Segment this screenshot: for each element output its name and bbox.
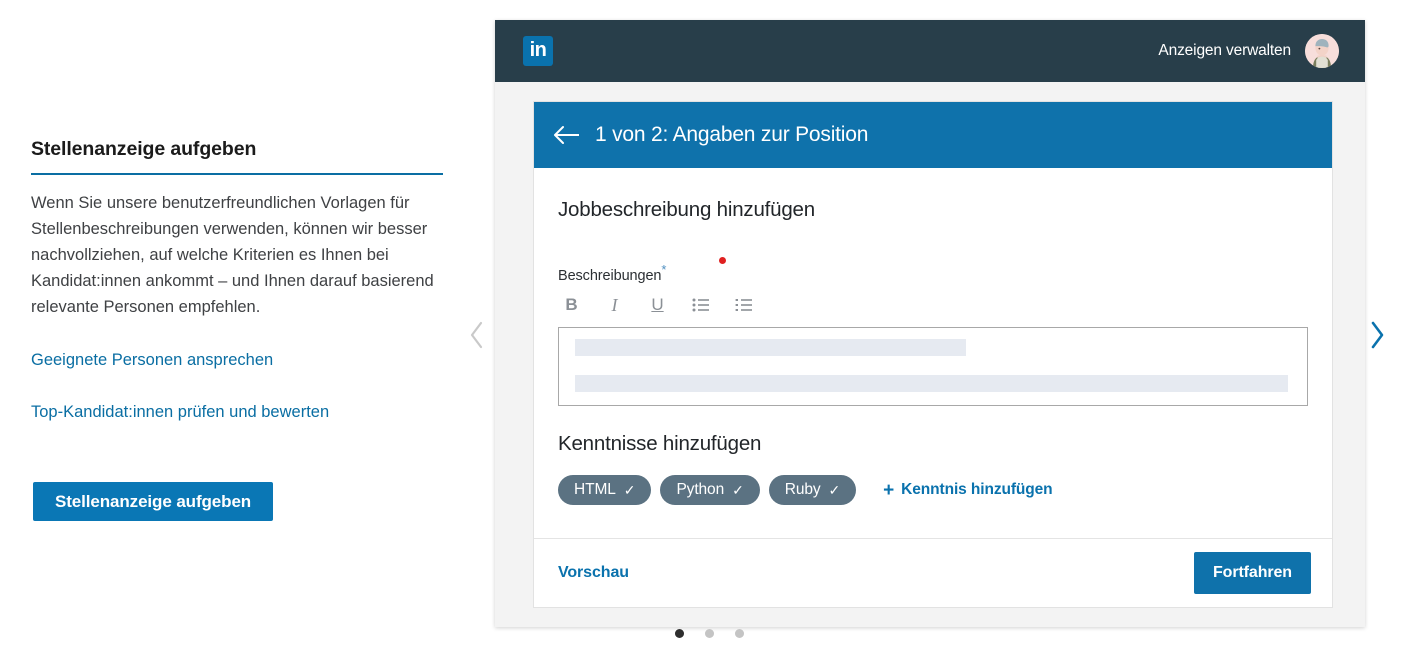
carousel-dot-3[interactable] <box>735 629 744 638</box>
skill-label: HTML <box>574 481 616 499</box>
linkedin-screenshot-window: in Anzeigen verwalten <box>495 20 1365 627</box>
add-skill-label: Kenntnis hinzufügen <box>901 481 1052 499</box>
preview-link[interactable]: Vorschau <box>558 564 629 582</box>
carousel-dot-2[interactable] <box>705 629 714 638</box>
description-label-text: Beschreibungen <box>558 268 661 284</box>
skill-pill-ruby[interactable]: Ruby ✓ <box>769 475 856 505</box>
avatar[interactable] <box>1305 34 1339 68</box>
check-icon: ✓ <box>624 483 636 497</box>
left-info-panel: Stellenanzeige aufgeben Wenn Sie unsere … <box>31 138 451 425</box>
post-job-button[interactable]: Stellenanzeige aufgeben <box>33 482 273 521</box>
card-body: Jobbeschreibung hinzufügen Beschreibunge… <box>534 168 1332 513</box>
plus-icon: + <box>883 481 894 500</box>
add-skill-link[interactable]: + Kenntnis hinzufügen <box>883 481 1052 500</box>
numbered-list-icon[interactable] <box>733 294 754 315</box>
step-header-bar: 1 von 2: Angaben zur Position <box>534 102 1332 168</box>
editor-placeholder-bar <box>575 375 1288 392</box>
skill-label: Python <box>676 481 724 499</box>
skill-pill-python[interactable]: Python ✓ <box>660 475 759 505</box>
carousel-pagination <box>0 629 1418 638</box>
link-find-people[interactable]: Geeignete Personen ansprechen <box>31 347 451 373</box>
step-title: 1 von 2: Angaben zur Position <box>595 123 868 147</box>
description-editor[interactable] <box>558 327 1308 406</box>
bulleted-list-icon[interactable] <box>690 294 711 315</box>
description-field-label: Beschreibungen* <box>558 268 1308 284</box>
page-title: Stellenanzeige aufgeben <box>31 138 451 173</box>
check-icon: ✓ <box>829 483 841 497</box>
linkedin-top-navbar: in Anzeigen verwalten <box>495 20 1365 82</box>
editor-placeholder-bar <box>575 339 966 356</box>
topbar-right-group: Anzeigen verwalten <box>1158 34 1339 68</box>
intro-paragraph: Wenn Sie unsere benutzerfreundlichen Vor… <box>31 190 446 320</box>
rich-text-toolbar: B I U <box>558 294 1308 315</box>
card-footer: Vorschau Fortfahren <box>534 538 1332 607</box>
section-title-job-description: Jobbeschreibung hinzufügen <box>558 198 1308 222</box>
skill-label: Ruby <box>785 481 821 499</box>
carousel-dot-1[interactable] <box>675 629 684 638</box>
linkedin-logo-icon[interactable]: in <box>523 36 553 66</box>
manage-ads-link[interactable]: Anzeigen verwalten <box>1158 42 1291 60</box>
chevron-left-icon[interactable] <box>464 312 490 358</box>
underline-icon[interactable]: U <box>647 294 668 315</box>
heading-underline-rule <box>31 173 443 175</box>
check-icon: ✓ <box>732 483 744 497</box>
skill-pill-html[interactable]: HTML ✓ <box>558 475 651 505</box>
skills-row: HTML ✓ Python ✓ Ruby ✓ + Kenntnis hinzuf… <box>558 475 1308 505</box>
section-title-skills: Kenntnisse hinzufügen <box>558 432 1308 456</box>
required-marker: * <box>661 262 666 277</box>
bold-icon[interactable]: B <box>561 294 582 315</box>
job-posting-card: 1 von 2: Angaben zur Position Jobbeschre… <box>533 101 1333 608</box>
link-review-candidates[interactable]: Top-Kandidat:innen prüfen und bewerten <box>31 399 451 425</box>
italic-icon[interactable]: I <box>604 294 625 315</box>
pointer-marker-dot <box>719 257 726 264</box>
continue-button[interactable]: Fortfahren <box>1194 552 1311 594</box>
chevron-right-icon[interactable] <box>1364 312 1390 358</box>
arrow-left-icon[interactable] <box>553 125 581 145</box>
